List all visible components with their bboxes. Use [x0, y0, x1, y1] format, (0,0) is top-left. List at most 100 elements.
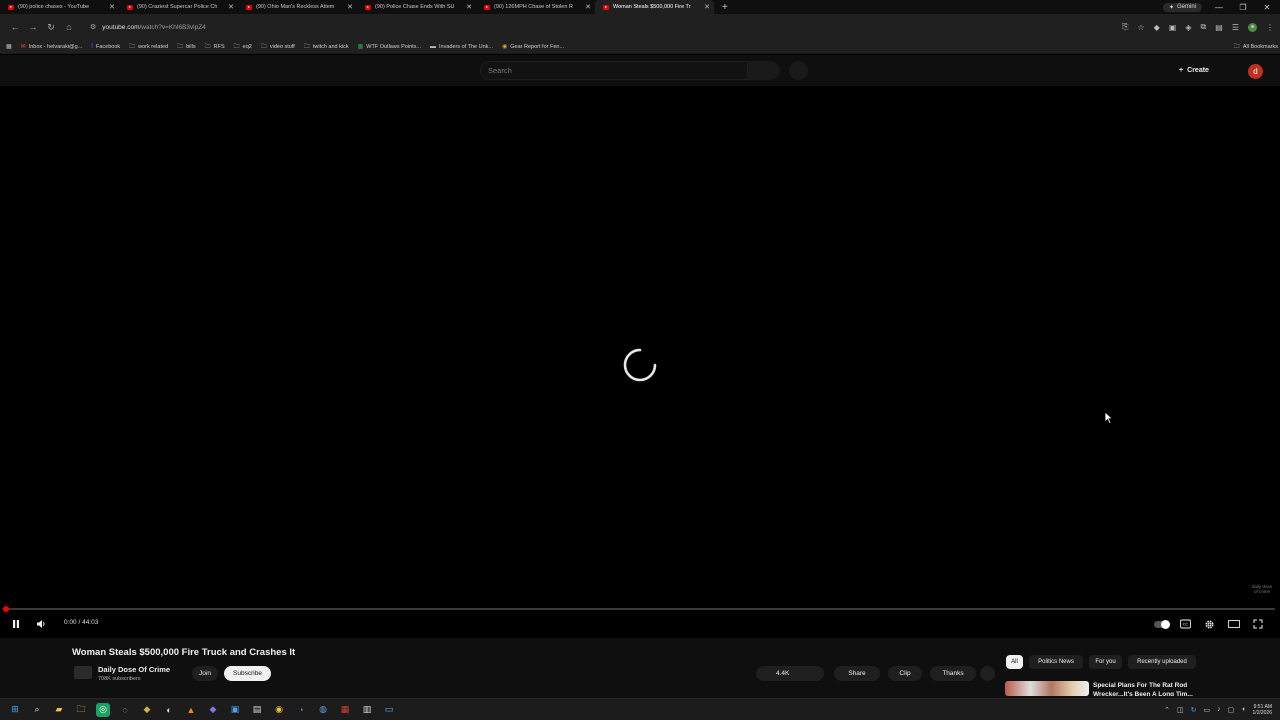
like-dislike-button[interactable]: 4.4K [756, 666, 824, 681]
new-tab-button[interactable]: + [722, 2, 728, 13]
home-icon[interactable]: ⌂ [60, 22, 78, 32]
search-button[interactable] [748, 61, 780, 80]
microphone-icon[interactable]: ♪ [1217, 706, 1221, 713]
progress-bar[interactable] [5, 608, 1275, 610]
close-tab-icon[interactable]: ✕ [109, 3, 115, 11]
back-icon[interactable]: ← [6, 22, 24, 32]
tab-search-icon[interactable]: ☰ [1232, 23, 1239, 32]
bookmark-folder[interactable]: 🗀 twitch and kick [304, 42, 349, 52]
bookmark-item[interactable]: ◉ Gear Report for Fen... [502, 43, 564, 51]
bookmark-item[interactable]: f Facebook [91, 44, 120, 50]
menu-kebab-icon[interactable]: ⋮ [1266, 23, 1274, 32]
filter-chip[interactable]: Politics News [1029, 655, 1083, 669]
app-icon[interactable]: ◔ [294, 703, 308, 717]
pause-button[interactable] [11, 618, 21, 630]
app-icon[interactable]: ▭ [382, 703, 396, 717]
join-button[interactable]: Join [192, 666, 218, 681]
vlc-icon[interactable]: ▲ [184, 703, 198, 717]
all-bookmarks-button[interactable]: 🗀 All Bookmarks [1234, 42, 1278, 52]
app-icon[interactable]: ◆ [206, 703, 220, 717]
theater-mode-button[interactable] [1228, 618, 1240, 630]
extension-icon[interactable]: ▣ [1169, 23, 1177, 32]
bookmark-folder[interactable]: 🗀 RFS [205, 42, 225, 52]
bookmark-star-icon[interactable]: ☆ [1138, 23, 1145, 32]
display-icon[interactable]: ▢ [1228, 706, 1235, 714]
create-button[interactable]: + Create [1164, 61, 1224, 79]
apps-grid-icon[interactable]: ▦ [6, 43, 12, 50]
bookmark-item[interactable]: ▬ Invaders of The Unk... [430, 44, 493, 50]
fullscreen-button[interactable] [1253, 618, 1263, 630]
browser-tab[interactable]: (90) Police Chase Ends With SU ✕ [357, 0, 476, 14]
side-panel-icon[interactable]: ▤ [1215, 23, 1223, 32]
app-icon[interactable]: ▣ [228, 703, 242, 717]
volume-button[interactable] [36, 618, 46, 630]
close-tab-icon[interactable]: ✕ [466, 3, 472, 11]
close-tab-icon[interactable]: ✕ [704, 3, 710, 11]
subscribe-button[interactable]: Subscribe [224, 666, 271, 681]
bookmark-item[interactable]: ▦ WTF Outlaws Points... [358, 43, 421, 51]
bookmark-item[interactable]: ✉ Inbox - helvaraki@g... [21, 43, 83, 51]
minimize-icon[interactable]: — [1212, 3, 1226, 12]
gemini-button[interactable]: ✦ Gemini [1162, 2, 1202, 12]
restore-icon[interactable]: ❐ [1236, 3, 1250, 12]
app-icon[interactable]: ▦ [338, 703, 352, 717]
app-icon[interactable]: ▥ [360, 703, 374, 717]
extension-icon[interactable]: ◈ [1185, 23, 1191, 32]
recommended-title[interactable]: Special Plans For The Rat Rod Wrecker...… [1093, 681, 1203, 696]
app-icon[interactable]: ◌ [118, 703, 132, 717]
close-tab-icon[interactable]: ✕ [585, 3, 591, 11]
system-clock[interactable]: 9:51 AM 1/2/2026 [1253, 704, 1272, 716]
close-window-icon[interactable]: ✕ [1260, 3, 1274, 12]
sync-icon[interactable]: ↻ [1191, 706, 1197, 714]
bookmark-folder[interactable]: 🗀 eq2 [234, 42, 252, 52]
browser-tab-active[interactable]: Woman Steals $500,000 Fire Tr ✕ [595, 0, 714, 14]
channel-name[interactable]: Daily Dose Of Crime [98, 665, 170, 674]
chevron-up-icon[interactable]: ⌃ [1164, 706, 1170, 714]
address-bar[interactable]: ⚙ youtube.com/watch?v=Khl6B3vlpZ4 [84, 19, 1074, 35]
filter-chip[interactable]: Recently uploaded [1128, 655, 1196, 669]
install-app-icon[interactable]: ⎘ [1122, 22, 1128, 32]
account-avatar[interactable]: d [1248, 64, 1263, 79]
search-input[interactable]: Search [480, 61, 748, 80]
profile-avatar[interactable]: ● [1248, 22, 1257, 32]
filter-chip-all[interactable]: All [1006, 655, 1023, 669]
scrubber-handle[interactable] [3, 606, 9, 612]
browser-tab[interactable]: (90) 126MPH Chase of Stolen R ✕ [476, 0, 595, 14]
app-icon[interactable]: ▤ [250, 703, 264, 717]
bookmark-folder[interactable]: 🗀 work related [129, 42, 168, 52]
search-icon[interactable]: ⌕ [30, 703, 44, 717]
close-tab-icon[interactable]: ✕ [347, 3, 353, 11]
browser-tab[interactable]: (90) Ohio Man's Reckless Attem ✕ [238, 0, 357, 14]
bookmark-folder[interactable]: 🗀 bills [177, 42, 196, 52]
forward-icon[interactable]: → [24, 22, 42, 32]
channel-avatar[interactable] [74, 666, 92, 679]
extensions-puzzle-icon[interactable]: ⧉ [1201, 22, 1207, 32]
thanks-button[interactable]: Thanks [930, 666, 976, 681]
autoplay-toggle[interactable] [1154, 620, 1170, 629]
volume-icon[interactable]: ◖ [1241, 706, 1245, 713]
settings-button[interactable] [1204, 618, 1215, 630]
captions-button[interactable]: CC [1180, 618, 1191, 630]
windows-start-icon[interactable]: ⊞ [8, 703, 22, 717]
more-actions-button[interactable] [980, 666, 995, 681]
file-explorer-icon[interactable]: ▰ [52, 703, 66, 717]
chrome-icon[interactable]: ◉ [272, 703, 286, 717]
browser-tab[interactable]: (90) Craziest Supercar Police Ch ✕ [119, 0, 238, 14]
app-icon[interactable]: ◐ [162, 703, 176, 717]
app-icon[interactable]: ◍ [316, 703, 330, 717]
voice-search-button[interactable] [789, 61, 808, 80]
extension-icon[interactable]: ◆ [1154, 23, 1160, 32]
app-icon[interactable]: ◆ [140, 703, 154, 717]
app-icon[interactable]: ◎ [96, 702, 110, 717]
close-tab-icon[interactable]: ✕ [228, 3, 234, 11]
folder-icon[interactable]: 🗀 [74, 703, 88, 717]
filter-chip[interactable]: For you [1089, 655, 1122, 669]
site-info-icon[interactable]: ⚙ [90, 23, 96, 31]
browser-tab[interactable]: (90) police chases - YouTube ✕ [0, 0, 119, 14]
reload-icon[interactable]: ↻ [42, 22, 60, 33]
bookmark-folder[interactable]: 🗀 video stuff [261, 42, 295, 52]
clip-button[interactable]: Clip [888, 666, 922, 681]
app-tray-icon[interactable]: ◫ [1177, 706, 1184, 714]
share-button[interactable]: Share [834, 666, 880, 681]
recommended-thumbnail[interactable] [1005, 681, 1089, 696]
